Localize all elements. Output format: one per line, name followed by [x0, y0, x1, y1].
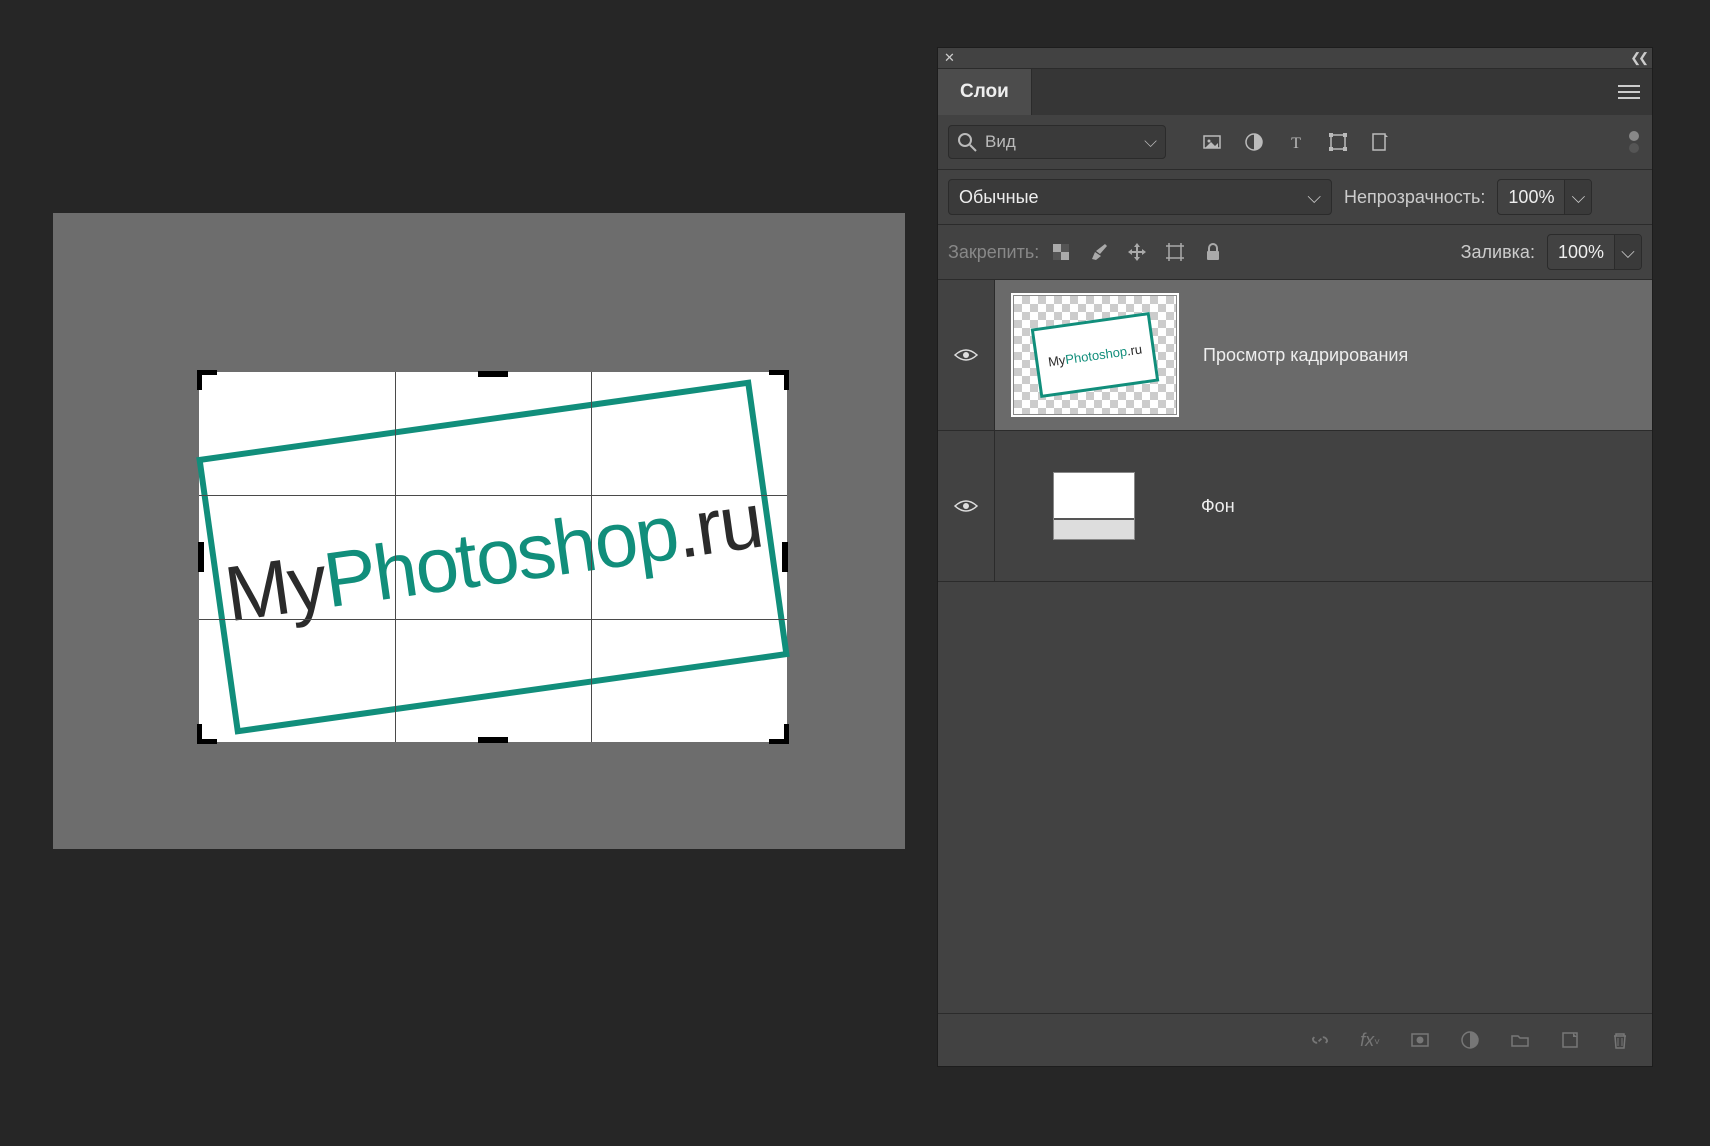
layers-panel: ✕ ❮❮ Слои Вид ⌵ T Обычные ⌵ Непрозрачн	[937, 47, 1653, 1067]
lock-row: Закрепить: Заливка: 100% ⌵	[938, 225, 1652, 280]
fill-input[interactable]: 100% ⌵	[1547, 234, 1642, 270]
crop-handle-tr[interactable]	[769, 370, 789, 390]
fx-icon[interactable]: fx˅	[1360, 1030, 1380, 1051]
crop-handle-br[interactable]	[769, 724, 789, 744]
crop-handle-r[interactable]	[782, 542, 788, 572]
layer-name[interactable]: Просмотр кадрирования	[1203, 345, 1408, 366]
crop-handle-bl[interactable]	[197, 724, 217, 744]
layer-thumbnail[interactable]	[1053, 472, 1135, 540]
new-layer-icon[interactable]	[1560, 1030, 1580, 1050]
panel-menu-icon[interactable]	[1606, 69, 1652, 115]
crop-handle-t[interactable]	[478, 371, 508, 377]
layer-row[interactable]: Фон	[938, 431, 1652, 582]
lock-label: Закрепить:	[948, 242, 1039, 263]
layer-thumbnail[interactable]: MyPhotoshop.ru	[1013, 295, 1177, 415]
layer-row[interactable]: MyPhotoshop.ru Просмотр кадрирования	[938, 280, 1652, 431]
opacity-input[interactable]: 100% ⌵	[1497, 179, 1592, 215]
fill-value: 100%	[1548, 242, 1614, 263]
tab-row: Слои	[938, 69, 1652, 115]
search-placeholder: Вид	[985, 132, 1016, 152]
layer-name[interactable]: Фон	[1201, 496, 1235, 517]
canvas-content: MyPhotoshop.ru	[196, 379, 790, 734]
filter-type-icon[interactable]: T	[1286, 132, 1306, 152]
crop-handle-l[interactable]	[198, 542, 204, 572]
filter-toggle[interactable]	[1626, 129, 1642, 155]
filter-row: Вид ⌵ T	[938, 115, 1652, 170]
chevron-down-icon: ⌵	[1564, 180, 1591, 214]
search-icon	[957, 132, 977, 152]
crop-handle-tl[interactable]	[197, 370, 217, 390]
logo-part2: Photoshop	[318, 487, 682, 624]
lock-brush-icon[interactable]	[1089, 242, 1109, 262]
lock-move-icon[interactable]	[1127, 242, 1147, 262]
eye-icon	[954, 347, 978, 363]
lock-all-icon[interactable]	[1203, 242, 1223, 262]
group-icon[interactable]	[1510, 1030, 1530, 1050]
visibility-toggle[interactable]	[938, 280, 995, 430]
filter-shape-icon[interactable]	[1328, 132, 1348, 152]
chevron-down-icon: ⌵	[1614, 235, 1641, 269]
panel-titlebar[interactable]: ✕ ❮❮	[938, 48, 1652, 69]
svg-text:T: T	[1291, 135, 1301, 152]
opacity-value: 100%	[1498, 187, 1564, 208]
blend-row: Обычные ⌵ Непрозрачность: 100% ⌵	[938, 170, 1652, 225]
link-icon[interactable]	[1310, 1030, 1330, 1050]
logo-part3: .ru	[670, 475, 766, 574]
layer-search[interactable]: Вид ⌵	[948, 125, 1166, 159]
filter-pixel-icon[interactable]	[1202, 132, 1222, 152]
trash-icon[interactable]	[1610, 1030, 1630, 1050]
collapse-icon[interactable]: ❮❮	[1630, 50, 1646, 66]
visibility-toggle[interactable]	[938, 431, 995, 581]
opacity-label: Непрозрачность:	[1344, 187, 1485, 208]
mask-icon[interactable]	[1410, 1030, 1430, 1050]
lock-transparent-icon[interactable]	[1051, 242, 1071, 262]
adjustment-icon[interactable]	[1460, 1030, 1480, 1050]
tab-layers[interactable]: Слои	[938, 69, 1032, 115]
fill-label: Заливка:	[1461, 242, 1535, 263]
filter-adjust-icon[interactable]	[1244, 132, 1264, 152]
chevron-down-icon: ⌵	[1307, 187, 1321, 208]
layers-list: MyPhotoshop.ru Просмотр кадрирования Фон	[938, 280, 1652, 1013]
crop-handle-b[interactable]	[478, 737, 508, 743]
close-icon[interactable]: ✕	[944, 50, 955, 66]
blend-mode-value: Обычные	[959, 187, 1039, 208]
blend-mode-select[interactable]: Обычные ⌵	[948, 179, 1332, 215]
lock-artboard-icon[interactable]	[1165, 242, 1185, 262]
canvas[interactable]: MyPhotoshop.ru	[199, 372, 787, 742]
eye-icon	[954, 498, 978, 514]
filter-smart-icon[interactable]	[1370, 132, 1390, 152]
panel-footer: fx˅	[938, 1013, 1652, 1066]
logo-part1: My	[219, 537, 330, 638]
chevron-down-icon: ⌵	[1144, 132, 1157, 152]
